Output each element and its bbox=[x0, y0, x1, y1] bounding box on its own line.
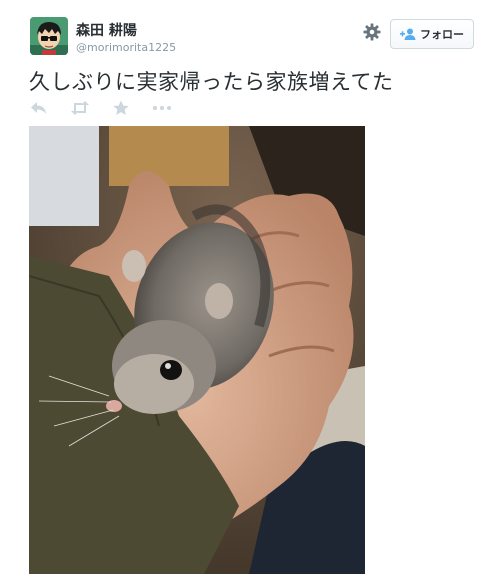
hamster-photo bbox=[29, 126, 365, 574]
favorite-icon[interactable] bbox=[112, 100, 134, 120]
avatar[interactable] bbox=[30, 17, 68, 55]
add-user-icon bbox=[400, 28, 416, 40]
display-name[interactable]: 森田 耕陽 bbox=[76, 20, 137, 40]
follow-button-label: フォロー bbox=[420, 28, 464, 41]
retweet-icon[interactable] bbox=[70, 100, 92, 120]
tweet-photo[interactable] bbox=[29, 126, 365, 574]
reply-icon[interactable] bbox=[30, 100, 52, 120]
follow-button[interactable]: フォロー bbox=[390, 19, 474, 49]
more-icon[interactable] bbox=[152, 100, 174, 120]
tweet-text: 久しぶりに実家帰ったら家族増えてた bbox=[29, 70, 394, 94]
gear-icon[interactable] bbox=[362, 22, 382, 42]
user-handle[interactable]: @morimorita1225 bbox=[76, 41, 176, 54]
avatar-image bbox=[30, 17, 68, 55]
